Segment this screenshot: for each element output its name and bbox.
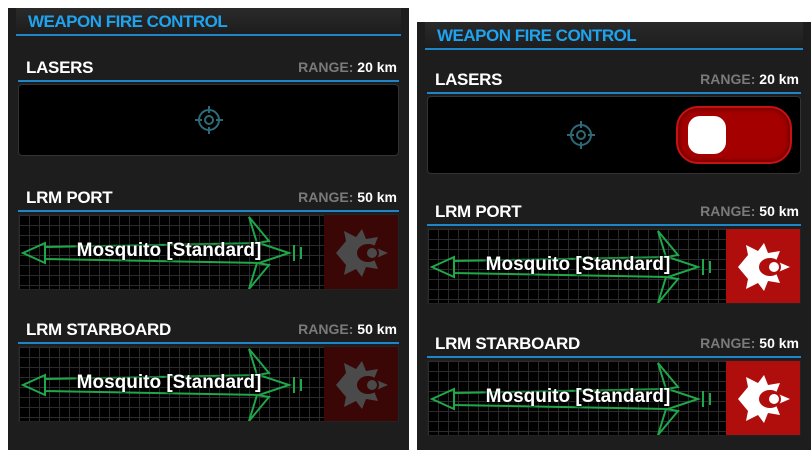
lrm-port-range: RANGE: 50 km bbox=[298, 189, 397, 205]
range-label: RANGE: bbox=[298, 59, 354, 75]
range-value: 20 km bbox=[759, 71, 799, 87]
lasers-section: LASERS RANGE: 20 km bbox=[427, 68, 801, 174]
range-label: RANGE: bbox=[700, 335, 756, 351]
lrm-starboard-range: RANGE: 50 km bbox=[700, 335, 799, 351]
crosshair-icon bbox=[566, 121, 595, 149]
lrm-starboard-section: LRM STARBOARD RANGE: 50 km Mosquito [Sta… bbox=[18, 318, 399, 422]
range-label: RANGE: bbox=[700, 71, 756, 87]
lasers-label: LASERS bbox=[435, 70, 503, 89]
missile-name: Mosquito [Standard] bbox=[76, 372, 262, 393]
lrm-port-section: LRM PORT RANGE: 50 km Mosquito [Standard… bbox=[427, 200, 801, 304]
range-value: 20 km bbox=[357, 59, 397, 75]
lrm-starboard-label: LRM STARBOARD bbox=[26, 320, 171, 339]
lrm-starboard-header: LRM STARBOARD RANGE: 50 km bbox=[18, 318, 399, 344]
crosshair-icon bbox=[194, 106, 223, 134]
range-label: RANGE: bbox=[700, 203, 756, 219]
range-value: 50 km bbox=[759, 335, 799, 351]
lasers-header: LASERS RANGE: 20 km bbox=[427, 68, 801, 94]
lrm-port-label: LRM PORT bbox=[435, 202, 522, 221]
lasers-label: LASERS bbox=[26, 58, 94, 77]
fire-button[interactable] bbox=[726, 361, 800, 435]
missile-fire-icon bbox=[738, 375, 790, 423]
lrm-port-header: LRM PORT RANGE: 50 km bbox=[18, 186, 399, 212]
missile-name: Mosquito [Standard] bbox=[485, 254, 671, 275]
panel-title: WEAPON FIRE CONTROL bbox=[437, 26, 637, 45]
laser-fire-area[interactable] bbox=[18, 84, 399, 156]
lrm-port-header: LRM PORT RANGE: 50 km bbox=[427, 200, 801, 226]
lrm-starboard-launcher[interactable]: Mosquito [Standard] bbox=[427, 360, 801, 436]
lrm-port-label: LRM PORT bbox=[26, 188, 113, 207]
lrm-starboard-header: LRM STARBOARD RANGE: 50 km bbox=[427, 332, 801, 358]
range-value: 50 km bbox=[357, 321, 397, 337]
lasers-section: LASERS RANGE: 20 km bbox=[18, 56, 399, 156]
weapon-fire-control-panel-active: WEAPON FIRE CONTROL LASERS RANGE: 20 km … bbox=[417, 22, 811, 450]
lrm-port-launcher[interactable]: Mosquito [Standard] bbox=[18, 214, 399, 290]
panel-header: WEAPON FIRE CONTROL bbox=[16, 8, 401, 36]
missile-fire-icon bbox=[336, 361, 388, 409]
lasers-range: RANGE: 20 km bbox=[700, 71, 799, 87]
missile-fire-icon bbox=[738, 243, 790, 291]
weapon-fire-control-panel-inactive: WEAPON FIRE CONTROL LASERS RANGE: 20 km … bbox=[8, 8, 409, 450]
panel-header: WEAPON FIRE CONTROL bbox=[425, 22, 803, 50]
range-value: 50 km bbox=[357, 189, 397, 205]
laser-fire-area[interactable] bbox=[427, 96, 801, 174]
missile-name: Mosquito [Standard] bbox=[76, 240, 262, 261]
toggle-knob bbox=[688, 116, 726, 154]
lrm-port-launcher[interactable]: Mosquito [Standard] bbox=[427, 228, 801, 304]
lrm-starboard-range: RANGE: 50 km bbox=[298, 321, 397, 337]
lasers-range: RANGE: 20 km bbox=[298, 59, 397, 75]
panel-title: WEAPON FIRE CONTROL bbox=[28, 12, 228, 31]
lrm-starboard-launcher[interactable]: Mosquito [Standard] bbox=[18, 346, 399, 422]
range-label: RANGE: bbox=[298, 189, 354, 205]
lrm-starboard-section: LRM STARBOARD RANGE: 50 km Mosquito [Sta… bbox=[427, 332, 801, 436]
missile-name: Mosquito [Standard] bbox=[485, 386, 671, 407]
fire-button-disabled[interactable] bbox=[324, 347, 398, 421]
lasers-header: LASERS RANGE: 20 km bbox=[18, 56, 399, 82]
lrm-starboard-label: LRM STARBOARD bbox=[435, 334, 580, 353]
fire-button-disabled[interactable] bbox=[324, 215, 398, 289]
lrm-port-range: RANGE: 50 km bbox=[700, 203, 799, 219]
laser-fire-toggle[interactable] bbox=[676, 106, 792, 164]
lrm-port-section: LRM PORT RANGE: 50 km Mosquito [Standard… bbox=[18, 186, 399, 290]
range-value: 50 km bbox=[759, 203, 799, 219]
range-label: RANGE: bbox=[298, 321, 354, 337]
missile-fire-icon bbox=[336, 229, 388, 277]
fire-button[interactable] bbox=[726, 229, 800, 303]
